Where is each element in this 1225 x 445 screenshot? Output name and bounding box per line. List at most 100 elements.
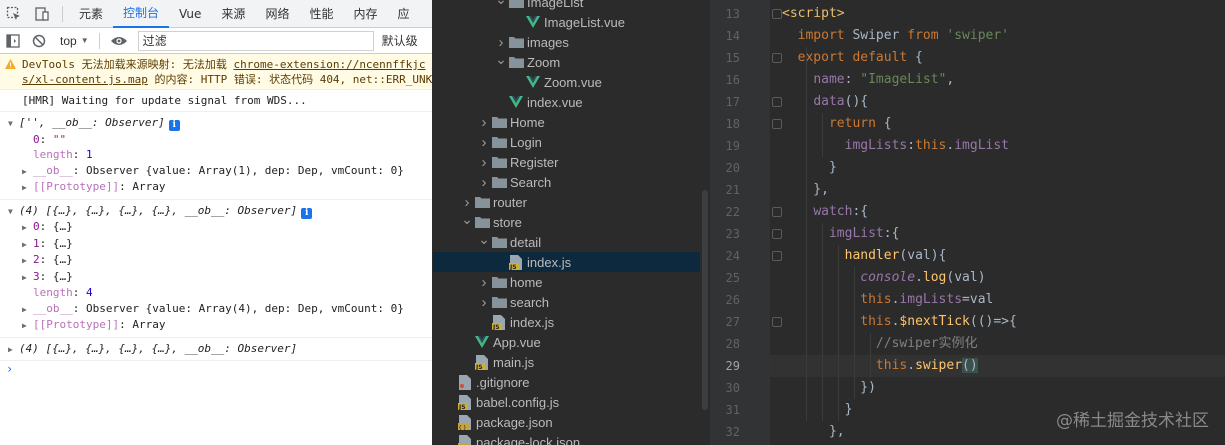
tree-item-app-vue[interactable]: App.vue [433, 332, 710, 352]
tree-scrollbar-thumb[interactable] [702, 190, 708, 410]
warning-link-2[interactable]: s/xl-content.js.map [22, 73, 148, 86]
object-property-row[interactable]: ▶ [[Prototype]]: Array [22, 179, 432, 196]
fold-marker-icon[interactable] [772, 53, 782, 63]
object-property-row[interactable]: ▶ 2: {…} [22, 252, 432, 269]
object-property-row[interactable]: ▶ __ob__: Observer {value: Array(1), dep:… [22, 163, 432, 180]
code-line[interactable]: <script> [782, 3, 845, 25]
tree-item-index-vue[interactable]: index.vue [433, 92, 710, 112]
chevron-down-icon[interactable]: ⌄ [494, 49, 508, 69]
devtools-tab[interactable]: 元素 [69, 0, 113, 28]
fold-marker-icon[interactable] [772, 251, 782, 261]
code-line[interactable]: export default { [782, 47, 923, 69]
code-line[interactable]: console.log(val) [782, 267, 985, 289]
code-line[interactable]: watch:{ [782, 201, 868, 223]
chevron-down-icon[interactable]: ⌄ [460, 209, 474, 229]
line-number: 15 [725, 51, 740, 65]
code-line[interactable]: imgList:{ [782, 223, 899, 245]
tree-item-register[interactable]: › Register [433, 152, 710, 172]
tree-item-search[interactable]: › Search [433, 172, 710, 192]
console-prompt[interactable]: › [0, 361, 432, 377]
tree-item-label: index.vue [527, 94, 583, 110]
tree-item-babel-config-js[interactable]: JS babel.config.js [433, 392, 710, 412]
tree-item-package-json[interactable]: { } package.json [433, 412, 710, 432]
context-select[interactable]: top ▼ [56, 34, 93, 48]
fold-marker-icon[interactable] [772, 317, 782, 327]
fold-marker-icon[interactable] [772, 207, 782, 217]
sidebar-toggle-icon[interactable] [0, 28, 26, 54]
tree-item-home[interactable]: › Home [433, 112, 710, 132]
object-property-row[interactable]: ▶ 0: {…} [22, 219, 432, 236]
chevron-right-icon[interactable]: › [477, 172, 491, 192]
tree-item-index-js[interactable]: JS index.js [433, 312, 710, 332]
devtools-tab[interactable]: 性能 [299, 0, 343, 28]
log-entry-1-summary[interactable]: ▼ ['', __ob__: Observer] i [8, 115, 432, 132]
code-line[interactable]: this.imgLists=val [782, 289, 993, 311]
object-property-row[interactable]: ▶ __ob__: Observer {value: Array(4), dep:… [22, 301, 432, 318]
object-property-row[interactable]: ▶ [[Prototype]]: Array [22, 317, 432, 334]
tree-item-router[interactable]: › router [433, 192, 710, 212]
code-line[interactable]: import Swiper from 'swiper' [782, 25, 1009, 47]
json-file-icon: { } [457, 434, 473, 445]
tree-item-home[interactable]: › home [433, 272, 710, 292]
chevron-down-icon[interactable]: ⌄ [494, 0, 508, 9]
tree-item-store[interactable]: ⌄ store [433, 209, 710, 232]
chevron-right-icon[interactable]: › [477, 112, 491, 132]
inspect-element-icon[interactable] [0, 0, 28, 28]
log-entry-2-summary[interactable]: ▼ (4) [{…}, {…}, {…}, {…}, __ob__: Observ… [8, 203, 432, 220]
code-line[interactable]: return { [782, 113, 892, 135]
clear-console-icon[interactable] [26, 28, 52, 54]
code-line[interactable]: imgLists:this.imgList [782, 135, 1009, 157]
tree-item-images[interactable]: › images [433, 32, 710, 52]
tree-item-imagelist-vue[interactable]: ImageList.vue [433, 12, 710, 32]
fold-marker-icon[interactable] [772, 97, 782, 107]
log-entry-2: ▼ (4) [{…}, {…}, {…}, {…}, __ob__: Observ… [0, 200, 432, 338]
code-line[interactable]: }, [782, 421, 845, 443]
tree-item-index-js[interactable]: JS index.js [433, 252, 710, 272]
fold-marker-icon[interactable] [772, 119, 782, 129]
tree-item-login[interactable]: › Login [433, 132, 710, 152]
tree-item-zoom-vue[interactable]: Zoom.vue [433, 72, 710, 92]
tree-item-package-lock-json[interactable]: { }package-lock.json [433, 432, 710, 445]
code-line[interactable]: data(){ [782, 91, 868, 113]
code-line[interactable]: } [782, 157, 837, 179]
devtools-tab[interactable]: 来源 [211, 0, 255, 28]
device-toolbar-icon[interactable] [28, 0, 56, 28]
code-line[interactable]: } [782, 399, 853, 421]
devtools-tab[interactable]: Vue [169, 0, 211, 28]
info-icon[interactable]: i [168, 120, 180, 131]
fold-marker-icon[interactable] [772, 229, 782, 239]
code-line[interactable]: this.swiper() [782, 355, 978, 377]
live-expression-eye-icon[interactable] [106, 28, 132, 54]
devtools-tab[interactable]: 内存 [343, 0, 387, 28]
object-property-row[interactable]: ▶ 1: {…} [22, 236, 432, 253]
folder-icon [491, 174, 507, 190]
code-line[interactable]: name: "ImageList", [782, 69, 954, 91]
tree-scrollbar[interactable] [700, 0, 710, 445]
devtools-tab[interactable]: 控制台 [113, 0, 170, 28]
log-levels-dropdown[interactable]: 默认级 [382, 32, 418, 49]
log-entry-3-summary[interactable]: ▶ (4) [{…}, {…}, {…}, {…}, __ob__: Observ… [8, 341, 432, 358]
filter-input[interactable]: 过滤 [137, 30, 374, 51]
tree-item-main-js[interactable]: JS main.js [433, 352, 710, 372]
code-line[interactable]: }) [782, 377, 876, 399]
tree-item-detail[interactable]: ⌄ detail [433, 229, 710, 252]
fold-marker-icon[interactable] [772, 9, 782, 19]
chevron-right-icon[interactable]: › [477, 272, 491, 292]
info-icon[interactable]: i [301, 207, 313, 219]
tree-item-zoom[interactable]: ⌄ Zoom [433, 49, 710, 72]
devtools-tab[interactable]: 应 [387, 0, 419, 28]
warning-link-1[interactable]: chrome-extension://ncennffkjc [233, 58, 425, 71]
tree-item-imagelist[interactable]: ⌄ ImageList [433, 0, 710, 12]
chevron-right-icon[interactable]: › [477, 292, 491, 312]
code-line[interactable]: //swiper实例化 [782, 333, 978, 355]
code-editor[interactable]: 13 <script> 14 import Swiper from 'swiper'… [710, 0, 1225, 445]
devtools-tab[interactable]: 网络 [255, 0, 299, 28]
code-line[interactable]: this.$nextTick(()=>{ [782, 311, 1017, 333]
chevron-right-icon[interactable]: › [477, 152, 491, 172]
indent-guide [870, 333, 871, 377]
chevron-right-icon[interactable]: › [477, 132, 491, 152]
tree-item-search[interactable]: › search [433, 292, 710, 312]
chevron-down-icon[interactable]: ⌄ [477, 229, 491, 249]
tree-item--gitignore[interactable]: .gitignore [433, 372, 710, 392]
object-property-row[interactable]: ▶ 3: {…} [22, 269, 432, 286]
